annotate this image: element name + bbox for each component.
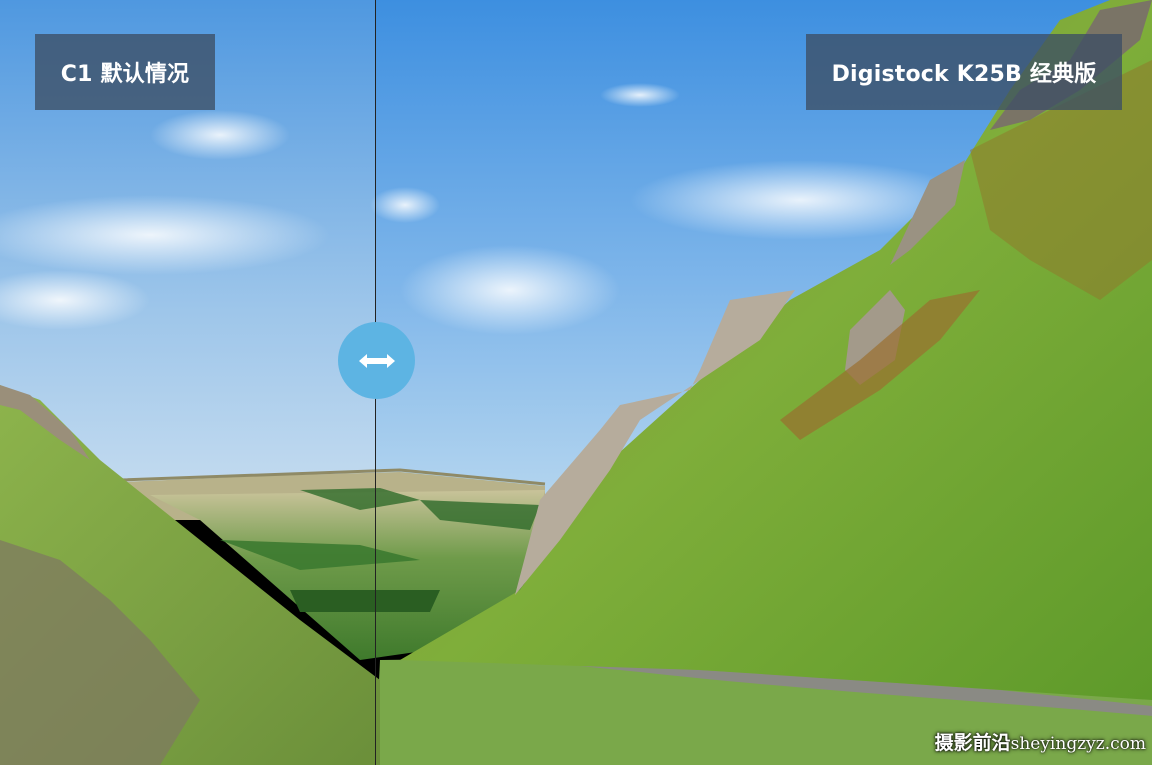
comparison-viewer: C1 默认情况 Digistock K25B 经典版 摄影前沿sheyingzy…	[0, 0, 1152, 765]
watermark-brand: 摄影前沿	[934, 732, 1011, 754]
comparison-slider-handle[interactable]	[338, 322, 415, 399]
watermark-url: sheyingzyz.com	[1010, 734, 1146, 754]
watermark: 摄影前沿sheyingzyz.com	[935, 728, 1146, 755]
landscape-photo	[0, 0, 1152, 765]
double-arrow-horizontal-icon	[358, 353, 395, 368]
before-label: C1 默认情况	[35, 34, 215, 110]
after-label: Digistock K25B 经典版	[806, 34, 1122, 110]
